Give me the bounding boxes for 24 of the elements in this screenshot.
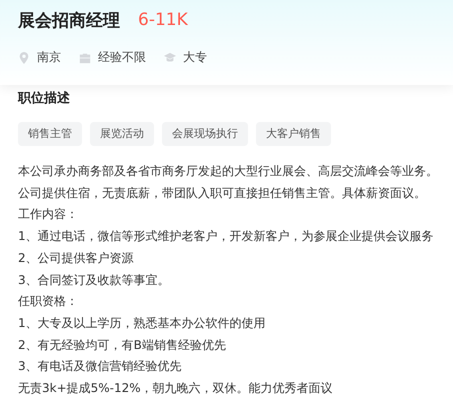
description-line: 任职资格： <box>18 293 78 310</box>
meta-text: 大专 <box>183 49 207 66</box>
meta-text: 南京 <box>37 49 61 66</box>
description-line: 工作内容： <box>18 206 78 224</box>
briefcase-icon <box>79 52 91 64</box>
location-pin-icon <box>18 52 30 64</box>
tag: 大客户销售 <box>256 122 331 146</box>
section-title: 职位描述 <box>18 90 71 107</box>
description-line: 3、合同签订及收款等事宜。 <box>18 272 170 289</box>
tag: 会展现场执行 <box>162 122 248 146</box>
description-line: 1、通过电话，微信等形式维护老客户，开发新客户，为参展企业提供会议服务 <box>18 228 434 246</box>
tag: 销售主管 <box>18 122 82 146</box>
description-line: 2、有无经验均可，有B端销售经验优先 <box>18 336 226 354</box>
graduation-cap-icon <box>164 52 176 64</box>
description-line: 本公司承办商务部及各省市商务厅发起的大型行业展会、高层交流峰会等业务。 <box>18 163 438 180</box>
description-line: 1、大专及以上学历，熟悉基本办公软件的使用 <box>18 314 266 332</box>
description-line: 无责3k+提成5%-12%，朝九晚六，双休。能力优秀者面议 <box>18 380 333 398</box>
tag: 展览活动 <box>90 122 154 146</box>
description-line: 2、公司提供客户资源 <box>18 250 134 267</box>
description-line: 公司提供住宿，无责底薪，带团队入职可直接担任销售主管。具体薪资面议。 <box>18 184 426 202</box>
job-title: 展会招商经理 <box>18 10 120 32</box>
salary: 6-11K <box>138 10 188 30</box>
description-line: 3、有电话及微信营销经验优先 <box>18 358 182 376</box>
meta-text: 经验不限 <box>98 49 146 66</box>
